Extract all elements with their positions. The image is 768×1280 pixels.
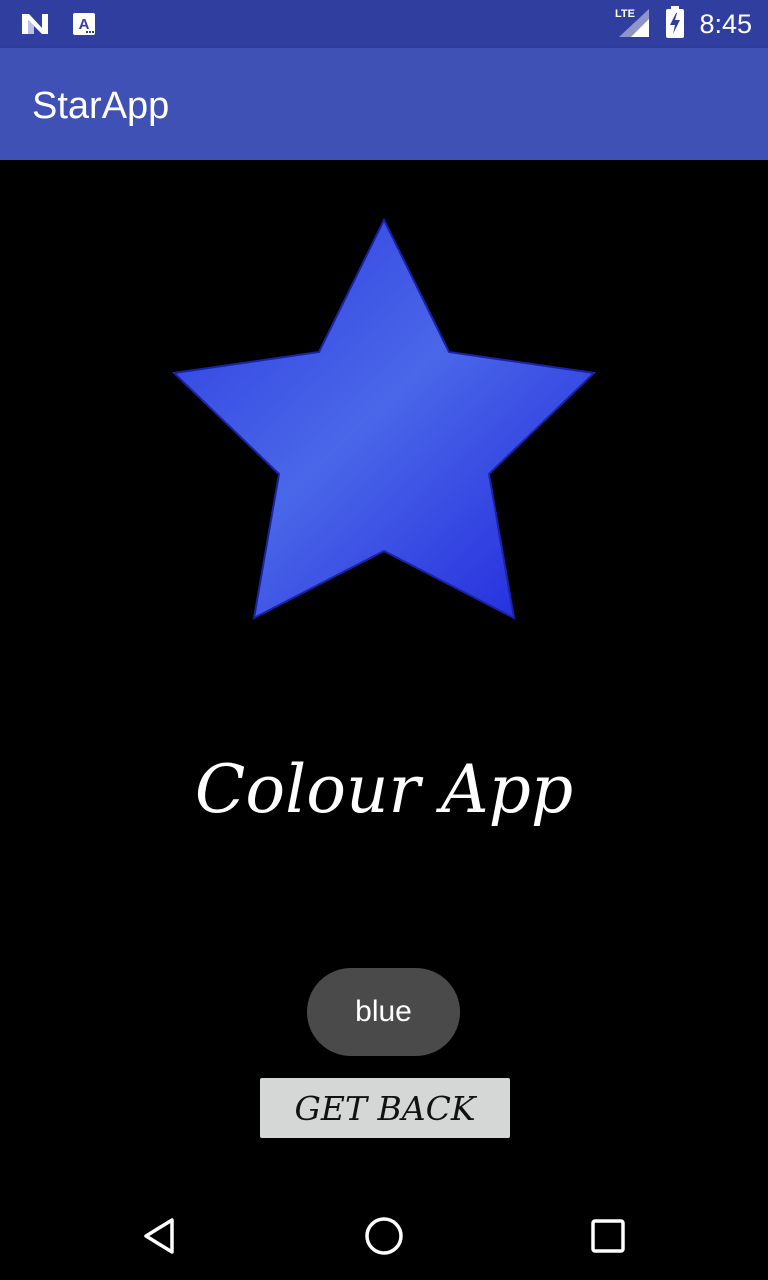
status-notifications: A [20,10,96,43]
colour-button[interactable]: blue [307,968,460,1056]
navigation-bar [0,1192,768,1280]
lte-signal-icon: LTE [613,5,651,44]
back-icon[interactable] [130,1206,190,1266]
headline: Colour App [194,751,574,828]
app-title: StarApp [32,85,170,127]
a-notification-icon: A [72,11,96,42]
status-system: LTE 8:45 [613,5,752,44]
n-logo-icon [20,10,50,43]
app-bar: StarApp [0,48,768,160]
svg-text:A: A [79,16,90,33]
star-icon [170,216,600,626]
status-bar: A LTE 8:45 [0,0,768,48]
battery-charging-icon [665,5,685,44]
main-content: Colour App blue GET BACK [0,160,768,1192]
home-icon[interactable] [354,1206,414,1266]
network-label: LTE [615,8,635,20]
clock: 8:45 [699,8,752,39]
get-back-button[interactable]: GET BACK [260,1078,510,1138]
recents-icon[interactable] [578,1206,638,1266]
